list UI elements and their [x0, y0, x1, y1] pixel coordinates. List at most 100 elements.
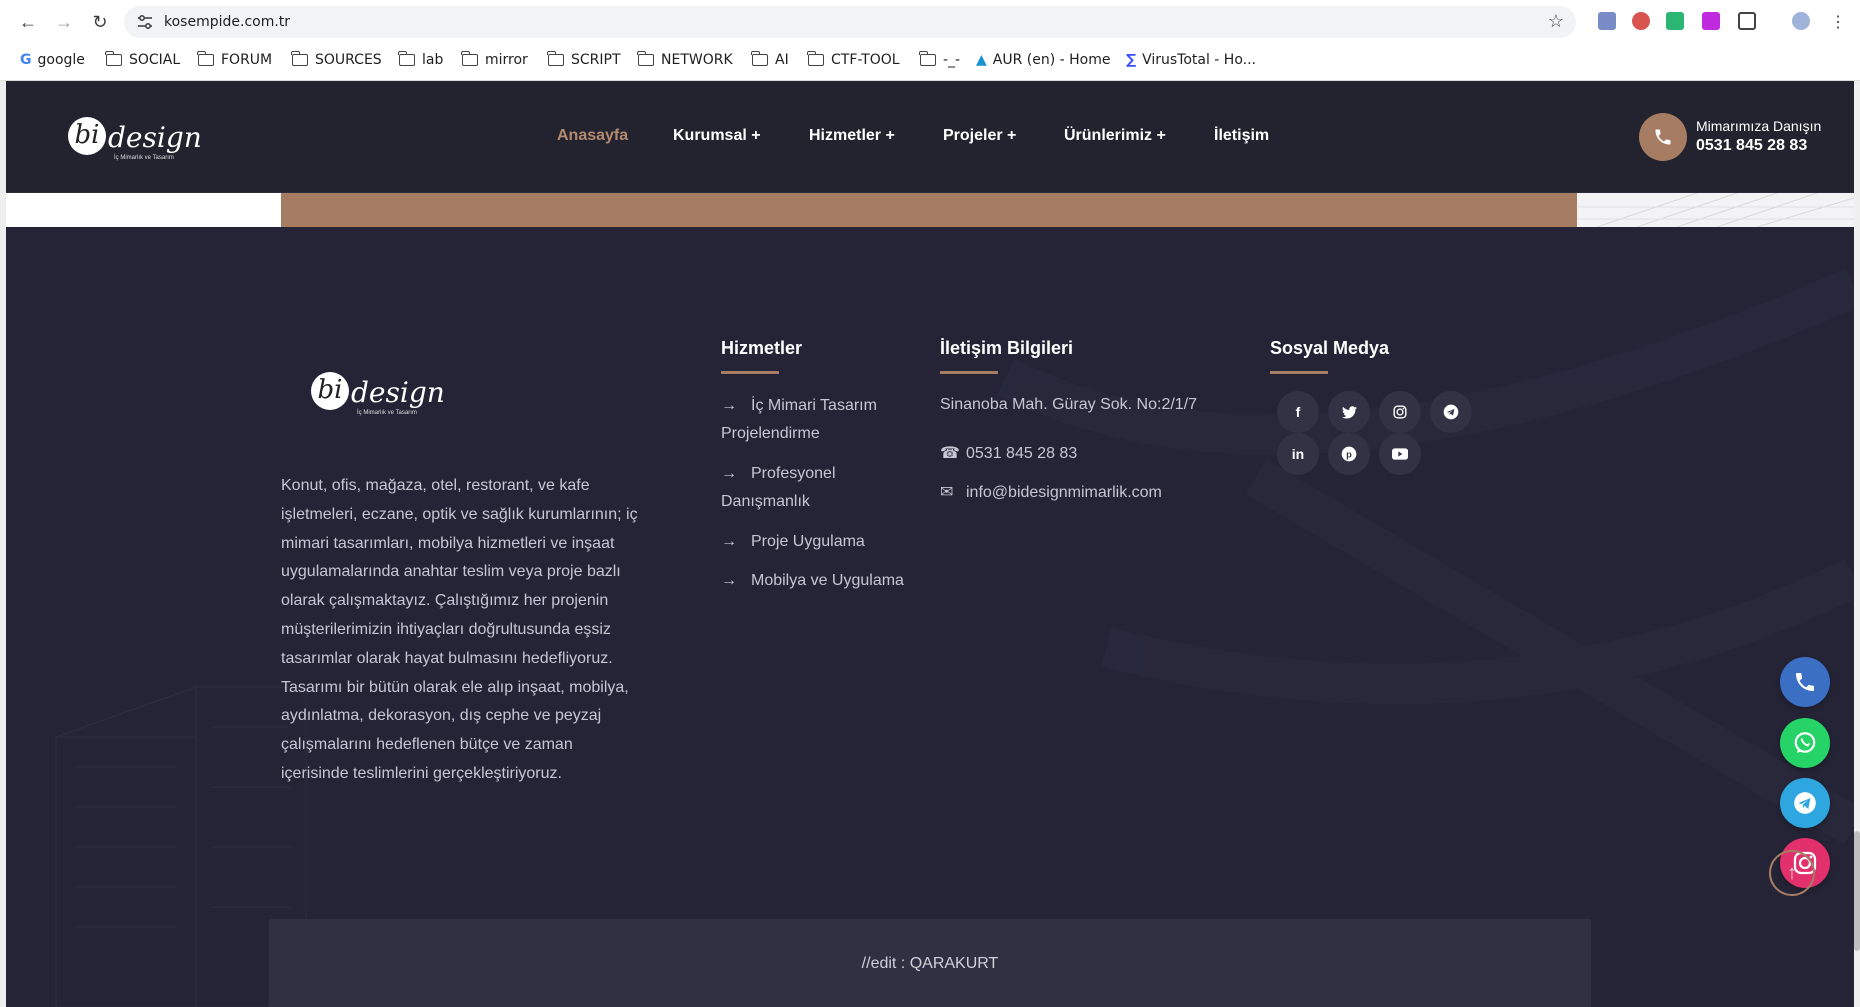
site-footer: bi design İç Mimarlık ve Tasarım Konut, … — [6, 227, 1854, 1007]
folder-icon — [751, 51, 768, 66]
nav-hizmetler[interactable]: Hizmetler + — [809, 127, 895, 145]
page-scrollbar[interactable] — [1854, 81, 1860, 1007]
bookmark-folder-script[interactable]: SCRIPT — [547, 51, 621, 68]
phone-icon — [1796, 673, 1814, 691]
arrow-right-icon: → — [721, 572, 737, 589]
telegram-icon — [1794, 792, 1816, 814]
section-strip-left — [6, 193, 281, 227]
arrow-right-icon: → — [721, 465, 737, 482]
linkedin-icon[interactable]: in — [1277, 433, 1319, 475]
logo-mark: bi — [311, 372, 349, 410]
extensions-puzzle-icon[interactable] — [1738, 12, 1756, 30]
service-link-interior[interactable]: → İç Mimari Tasarım Projelendirme — [721, 392, 911, 448]
service-link-application[interactable]: → Proje Uygulama — [721, 528, 911, 556]
nav-kurumsal[interactable]: Kurumsal + — [673, 127, 761, 145]
folder-icon — [807, 51, 824, 66]
folder-icon — [461, 51, 478, 66]
folder-icon — [919, 51, 936, 66]
pinterest-icon[interactable]: p — [1328, 433, 1370, 475]
bookmark-folder-forum[interactable]: FORUM — [197, 51, 272, 68]
extension-shield-icon[interactable] — [1632, 12, 1650, 30]
folder-icon — [398, 51, 415, 66]
footer-logo[interactable]: bi design İç Mimarlık ve Tasarım — [311, 372, 451, 422]
virustotal-icon: ∑ — [1126, 52, 1137, 68]
bookmark-folder-network[interactable]: NETWORK — [637, 51, 733, 68]
logo-word: design — [351, 376, 445, 409]
extension-flag-icon[interactable] — [1598, 12, 1616, 30]
twitter-icon[interactable] — [1328, 391, 1370, 433]
bookmark-folder-ai[interactable]: AI — [751, 51, 789, 68]
consult-label: Mimarımıza Danışın — [1696, 118, 1822, 134]
svg-text:p: p — [1346, 449, 1352, 459]
facebook-icon[interactable]: f — [1277, 391, 1319, 433]
arrow-right-icon: → — [721, 533, 737, 550]
browser-chrome: ← → ↻ kosempide.com.tr ☆ ⋮ Ggoogle SOCIA… — [0, 0, 1860, 81]
nav-urunlerimiz[interactable]: Ürünlerimiz + — [1064, 127, 1166, 145]
telegram-icon[interactable] — [1430, 391, 1472, 433]
folder-icon — [105, 51, 122, 66]
bookmark-folder-dash[interactable]: -_- — [919, 51, 960, 68]
site-logo[interactable]: bi design İç Mimarlık ve Tasarım — [68, 117, 208, 167]
google-icon: G — [20, 52, 32, 68]
arrow-right-icon: → — [721, 397, 737, 414]
consult-phone-button[interactable] — [1639, 113, 1687, 161]
bookmark-google[interactable]: Ggoogle — [20, 52, 85, 68]
url-text[interactable]: kosempide.com.tr — [164, 14, 290, 30]
floating-telegram-button[interactable] — [1780, 778, 1830, 828]
floating-phone-button[interactable] — [1780, 657, 1830, 707]
folder-icon — [197, 51, 214, 66]
folder-icon — [637, 51, 654, 66]
bookmark-folder-lab[interactable]: lab — [398, 51, 443, 68]
copyright-text: //edit : QARAKURT — [861, 955, 999, 972]
forward-icon[interactable]: → — [52, 10, 76, 34]
services-underline — [721, 371, 779, 374]
nav-iletisim[interactable]: İletişim — [1214, 127, 1269, 145]
extension-color-icon[interactable] — [1702, 12, 1720, 30]
contact-phone[interactable]: ☎ 0531 845 28 83 — [940, 443, 1077, 463]
scroll-to-top-button[interactable]: ↑ — [1769, 850, 1815, 896]
browser-menu-icon[interactable]: ⋮ — [1826, 10, 1850, 34]
social-underline — [1270, 371, 1328, 374]
web-page: bi design İç Mimarlık ve Tasarım Anasayf… — [6, 81, 1854, 1007]
logo-tagline: İç Mimarlık ve Tasarım — [357, 410, 417, 416]
bookmark-folder-mirror[interactable]: mirror — [461, 51, 528, 68]
envelope-icon: ✉ — [940, 484, 954, 501]
youtube-icon[interactable] — [1379, 433, 1421, 475]
nav-projeler[interactable]: Projeler + — [943, 127, 1016, 145]
about-text: Konut, ofis, mağaza, otel, restorant, ve… — [281, 477, 638, 782]
logo-word: design — [108, 121, 202, 154]
social-title: Sosyal Medya — [1270, 338, 1390, 358]
browser-toolbar: ← → ↻ kosempide.com.tr ☆ ⋮ — [0, 0, 1860, 44]
reload-icon[interactable]: ↻ — [88, 10, 112, 34]
arrow-up-icon: ↑ — [1787, 861, 1797, 884]
service-link-furniture[interactable]: → Mobilya ve Uygulama — [721, 567, 931, 595]
site-info-icon[interactable] — [136, 13, 154, 31]
address-bar[interactable]: kosempide.com.tr ☆ — [124, 6, 1576, 38]
profile-avatar-icon[interactable] — [1792, 12, 1810, 30]
bookmark-virustotal[interactable]: ∑ VirusTotal - Ho... — [1126, 52, 1256, 68]
instagram-icon[interactable] — [1379, 391, 1421, 433]
section-strip-accent — [281, 193, 1577, 227]
bookmark-folder-ctf-tool[interactable]: CTF-TOOL — [807, 51, 900, 68]
nav-anasayfa[interactable]: Anasayfa — [557, 127, 628, 145]
bookmark-aur[interactable]: ▲ AUR (en) - Home — [976, 52, 1111, 68]
arch-icon: ▲ — [976, 52, 987, 68]
bookmark-folder-social[interactable]: SOCIAL — [105, 51, 180, 68]
bookmark-folder-sources[interactable]: SOURCES — [291, 51, 382, 68]
contact-underline — [940, 371, 998, 374]
folder-icon — [291, 51, 308, 66]
back-icon[interactable]: ← — [16, 10, 40, 34]
floating-whatsapp-button[interactable] — [1780, 718, 1830, 768]
whatsapp-icon — [1794, 732, 1816, 753]
bookmark-star-icon[interactable]: ☆ — [1548, 11, 1564, 32]
extension-mail-icon[interactable] — [1666, 12, 1684, 30]
service-link-consulting[interactable]: → Profesyonel Danışmanlık — [721, 460, 911, 516]
consult-phone-number[interactable]: 0531 845 28 83 — [1696, 137, 1807, 155]
bookmarks-bar: Ggoogle SOCIAL FORUM SOURCES lab mirror … — [0, 44, 1860, 80]
architecture-sketch-decoration — [1577, 193, 1854, 227]
contact-email[interactable]: ✉ info@bidesignmimarlik.com — [940, 482, 1162, 502]
site-header: bi design İç Mimarlık ve Tasarım Anasayf… — [6, 81, 1854, 193]
phone-icon: ☎ — [940, 445, 960, 462]
logo-mark: bi — [68, 117, 106, 155]
scrollbar-thumb[interactable] — [1854, 831, 1860, 951]
